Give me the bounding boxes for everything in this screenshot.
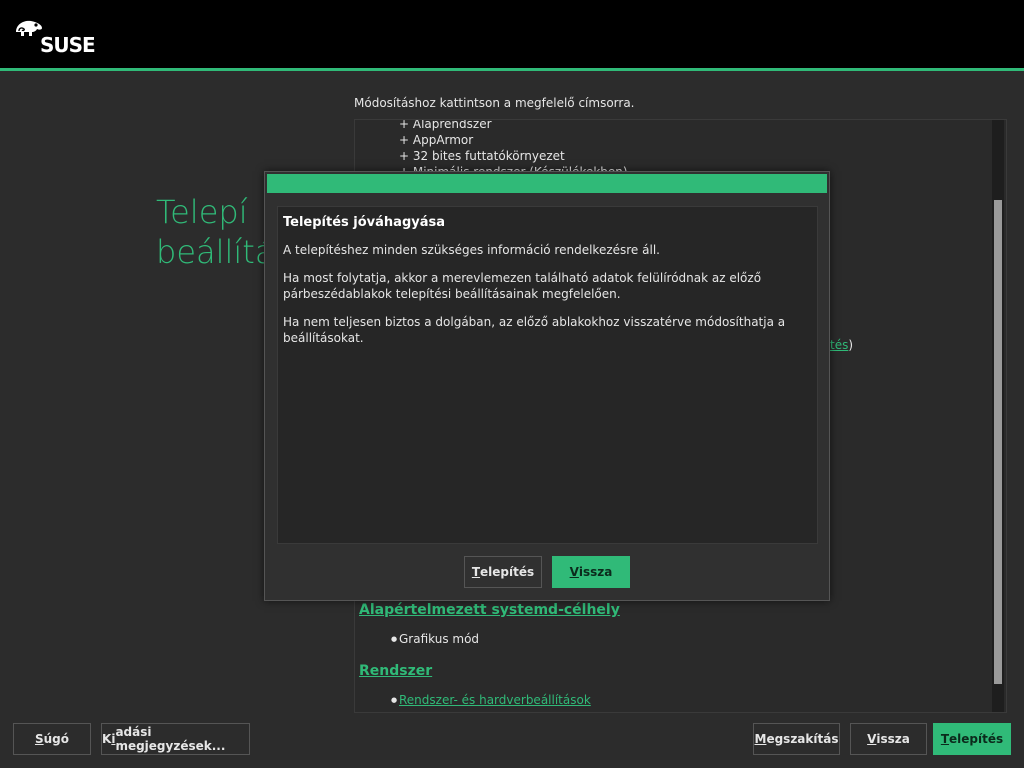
release-notes-button[interactable]: Ki adási megjegyzések... bbox=[101, 723, 250, 755]
software-item: + 32 bites futtatókörnyezet bbox=[399, 149, 565, 163]
help-button[interactable]: Súgó bbox=[13, 723, 91, 755]
overview-hint: Módosításhoz kattintson a megfelelő címs… bbox=[354, 96, 635, 110]
scrollbar-thumb[interactable] bbox=[994, 200, 1002, 684]
header-accent-line bbox=[0, 68, 1024, 71]
confirm-install-dialog: Telepítés jóváhagyása A telepítéshez min… bbox=[264, 171, 830, 601]
abort-button[interactable]: Megszakítás bbox=[753, 723, 840, 755]
help-label: úgó bbox=[43, 732, 70, 746]
software-item: + Alaprendszer bbox=[399, 119, 492, 131]
partial-link-text[interactable]: tés bbox=[830, 338, 848, 352]
dialog-back-label: issza bbox=[578, 565, 613, 579]
suse-logo: SUSE bbox=[14, 16, 96, 57]
systemd-target-heading[interactable]: Alapértelmezett systemd-célhely bbox=[359, 602, 620, 618]
logo-text: SUSE bbox=[40, 33, 96, 57]
systemd-target-value: Grafikus mód bbox=[399, 632, 480, 646]
back-label: issza bbox=[876, 732, 910, 746]
install-button[interactable]: Telepítés bbox=[933, 723, 1011, 755]
dialog-back-mnemonic: V bbox=[569, 565, 579, 579]
abort-label: egszakítás bbox=[766, 732, 839, 746]
dialog-install-button[interactable]: Telepítés bbox=[464, 556, 542, 588]
partial-link[interactable]: tés) bbox=[830, 338, 853, 352]
list-item: Rendszer- és hardverbeállítások bbox=[391, 693, 591, 707]
dialog-titlebar[interactable] bbox=[267, 174, 827, 193]
header-bar: SUSE bbox=[0, 0, 1024, 70]
install-mnemonic: T bbox=[940, 732, 950, 746]
page-title-line2: beállítá bbox=[156, 233, 275, 271]
dialog-install-label: elepítés bbox=[480, 565, 535, 579]
dialog-paragraph: Ha most folytatja, akkor a merevlemezen … bbox=[283, 271, 762, 301]
dialog-install-mnemonic: T bbox=[471, 565, 481, 579]
install-label: elepítés bbox=[949, 732, 1004, 746]
scrollbar[interactable] bbox=[992, 120, 1004, 712]
release-prefix: K bbox=[102, 732, 112, 746]
dialog-message-box: Telepítés jóváhagyása A telepítéshez min… bbox=[277, 206, 818, 544]
abort-mnemonic: M bbox=[754, 732, 767, 746]
page-title: Telepí beállítá bbox=[156, 192, 274, 272]
system-hardware-settings-link[interactable]: Rendszer- és hardverbeállítások bbox=[391, 693, 591, 707]
list-item: Grafikus mód bbox=[391, 632, 479, 646]
dialog-paragraph: Ha nem teljesen biztos a dolgában, az el… bbox=[283, 315, 786, 345]
partial-link-paren: ) bbox=[848, 338, 854, 352]
dialog-heading: Telepítés jóváhagyása bbox=[283, 215, 446, 230]
dialog-paragraph: A telepítéshez minden szükséges informác… bbox=[283, 243, 660, 257]
release-label: adási megjegyzések... bbox=[115, 725, 226, 753]
help-mnemonic: S bbox=[34, 732, 44, 746]
back-button[interactable]: Vissza bbox=[850, 723, 927, 755]
back-mnemonic: V bbox=[867, 732, 877, 746]
page-title-line1: Telepí bbox=[156, 193, 248, 231]
software-item: + AppArmor bbox=[399, 133, 474, 147]
dialog-back-button[interactable]: Vissza bbox=[552, 556, 630, 588]
system-heading[interactable]: Rendszer bbox=[359, 663, 432, 679]
